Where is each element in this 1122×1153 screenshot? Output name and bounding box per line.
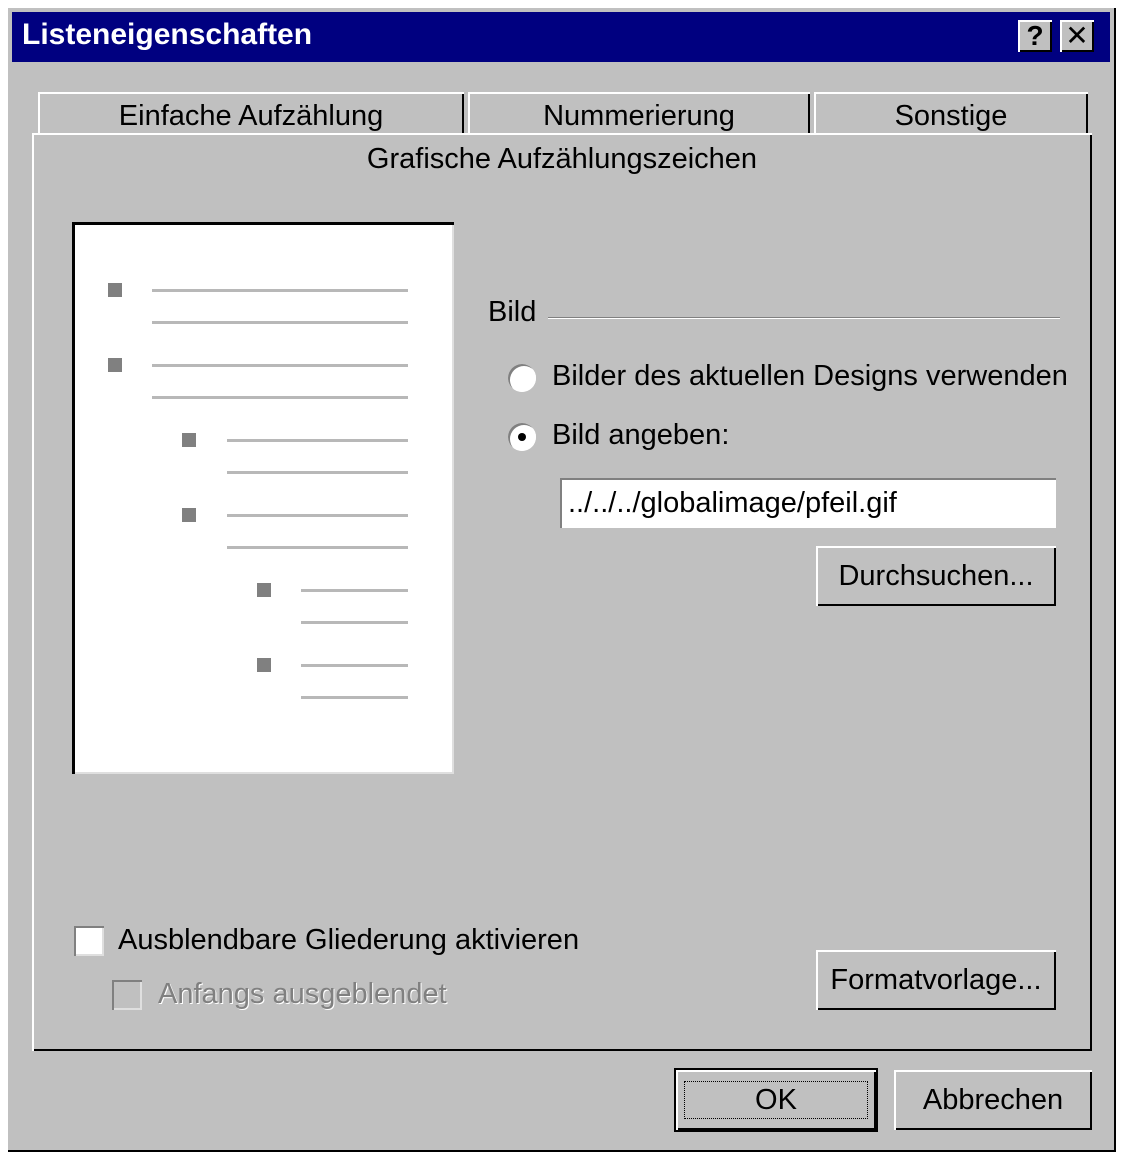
collapsible-outline-label: Ausblendbare Gliederung aktivieren	[118, 924, 580, 956]
preview-line	[152, 364, 408, 367]
ok-button-label: OK	[684, 1081, 868, 1119]
radio-specify-image[interactable]	[508, 423, 536, 451]
bullet-preview	[72, 222, 454, 774]
initially-hidden-label: Anfangs ausgeblendet	[158, 978, 447, 1010]
preview-line	[227, 514, 408, 517]
preview-line	[301, 664, 408, 667]
preview-line	[227, 546, 408, 549]
preview-line	[152, 321, 408, 324]
radio-current-design[interactable]	[508, 364, 536, 392]
preview-bullet	[182, 433, 196, 447]
style-button[interactable]: Formatvorlage...	[816, 950, 1056, 1010]
tab-sonstige[interactable]: Sonstige	[814, 92, 1088, 136]
preview-line	[301, 589, 408, 592]
preview-line	[152, 289, 408, 292]
tab-einfache-aufzaehlung[interactable]: Einfache Aufzählung	[38, 92, 464, 136]
preview-line	[301, 696, 408, 699]
bild-group-label: Bild	[488, 296, 537, 328]
close-button[interactable]: ✕	[1060, 20, 1094, 52]
preview-line	[227, 439, 408, 442]
image-path-input[interactable]: ../../../globalimage/pfeil.gif	[560, 478, 1056, 528]
radio-selected-dot	[518, 433, 526, 441]
window-title: Listeneigenschaften	[22, 18, 313, 51]
browse-button[interactable]: Durchsuchen...	[816, 546, 1056, 606]
preview-bullet	[182, 508, 196, 522]
help-button[interactable]: ?	[1018, 20, 1052, 52]
ok-button[interactable]: OK	[676, 1070, 876, 1130]
preview-line	[301, 621, 408, 624]
preview-bullet	[108, 283, 122, 297]
group-separator	[548, 317, 1060, 319]
preview-bullet	[257, 583, 271, 597]
cancel-button[interactable]: Abbrechen	[894, 1070, 1092, 1130]
radio-current-design-label: Bilder des aktuellen Designs verwenden	[552, 360, 1068, 392]
tab-nummerierung[interactable]: Nummerierung	[468, 92, 810, 136]
title-bar[interactable]: Listeneigenschaften ? ✕	[12, 12, 1110, 62]
preview-line	[227, 471, 408, 474]
radio-specify-image-label: Bild angeben:	[552, 419, 730, 451]
preview-line	[152, 396, 408, 399]
preview-bullet	[108, 358, 122, 372]
preview-bullet	[257, 658, 271, 672]
collapsible-outline-checkbox[interactable]	[74, 926, 104, 956]
tab-grafische-aufzaehlungszeichen[interactable]: Grafische Aufzählungszeichen	[36, 137, 1088, 191]
close-icon: ✕	[1065, 20, 1089, 51]
initially-hidden-checkbox[interactable]	[112, 980, 142, 1010]
